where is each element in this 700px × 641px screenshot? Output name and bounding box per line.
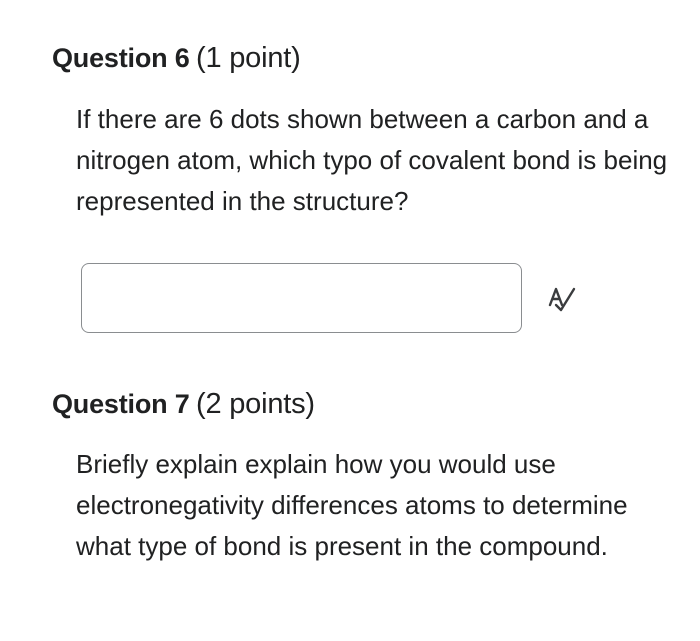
question-6-points: (1 point) — [196, 42, 301, 74]
question-7-text: Briefly explain explain how you would us… — [76, 449, 628, 561]
question-6-text: If there are 6 dots shown between a carb… — [76, 104, 668, 216]
question-7-points: (2 points) — [196, 388, 315, 420]
question-6-heading: Question 6 (1 point) — [52, 42, 301, 75]
question-6-answer-input[interactable] — [81, 263, 522, 333]
spellcheck-icon[interactable] — [546, 285, 578, 313]
question-7-title: Question 7 — [52, 389, 190, 419]
question-7-heading: Question 7 (2 points) — [52, 388, 315, 421]
question-6-title: Question 6 — [52, 43, 190, 73]
